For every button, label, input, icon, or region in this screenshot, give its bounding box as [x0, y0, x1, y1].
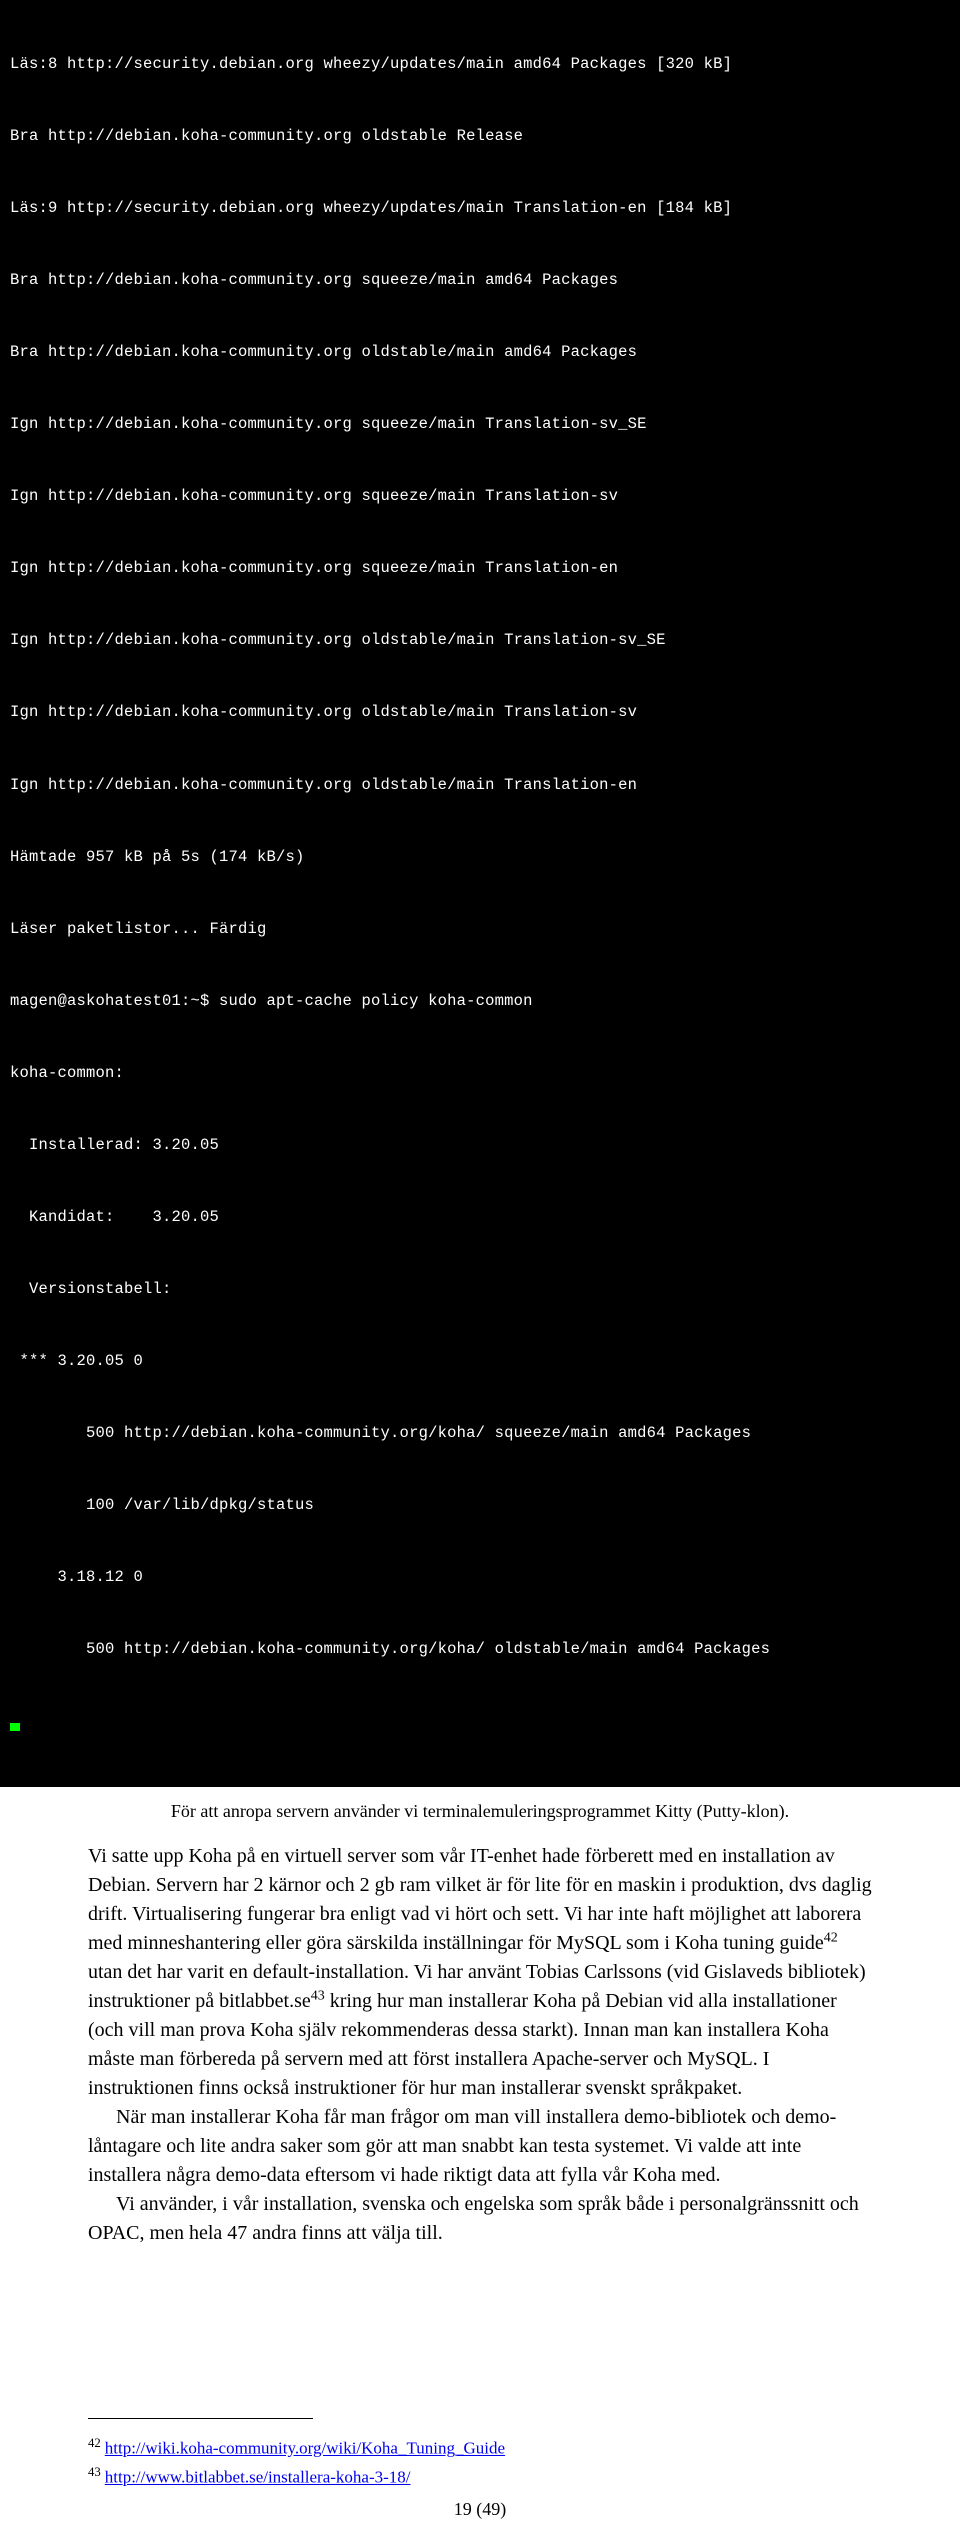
- footnote-number: 42: [88, 2436, 101, 2450]
- document-page: Läs:8 http://security.debian.org wheezy/…: [0, 0, 960, 2540]
- footnotes: 42 http://wiki.koha-community.org/wiki/Ko…: [88, 2433, 872, 2491]
- page-number: 19 (49): [0, 2499, 960, 2540]
- footnote-separator: [88, 2418, 313, 2419]
- terminal-line: Versionstabell:: [10, 1277, 952, 1301]
- terminal-line: 500 http://debian.koha-community.org/koh…: [10, 1637, 952, 1661]
- footnote-ref-42: 42: [824, 1931, 838, 1946]
- terminal-line: Läs:8 http://security.debian.org wheezy/…: [10, 52, 952, 76]
- footnote-42: 42 http://wiki.koha-community.org/wiki/Ko…: [88, 2433, 872, 2462]
- paragraph: Vi använder, i vår installation, svenska…: [88, 2190, 872, 2248]
- terminal-line: Läser paketlistor... Färdig: [10, 917, 952, 941]
- cursor-icon: [10, 1723, 20, 1731]
- terminal-line: Installerad: 3.20.05: [10, 1133, 952, 1157]
- terminal-line: Bra http://debian.koha-community.org old…: [10, 340, 952, 364]
- body-text: Vi satte upp Koha på en virtuell server …: [88, 1842, 872, 2248]
- terminal-line: koha-common:: [10, 1061, 952, 1085]
- footnote-number: 43: [88, 2465, 101, 2479]
- terminal-line: Ign http://debian.koha-community.org squ…: [10, 484, 952, 508]
- terminal-line: Ign http://debian.koha-community.org squ…: [10, 556, 952, 580]
- paragraph: Vi satte upp Koha på en virtuell server …: [88, 1842, 872, 2103]
- terminal-line: magen@askohatest01:~$ sudo apt-cache pol…: [10, 989, 952, 1013]
- terminal-line: Bra http://debian.koha-community.org squ…: [10, 268, 952, 292]
- footnote-ref-43: 43: [311, 1989, 325, 2004]
- footnote-link-42[interactable]: http://wiki.koha-community.org/wiki/Koha…: [105, 2439, 505, 2458]
- terminal-line: Hämtade 957 kB på 5s (174 kB/s): [10, 845, 952, 869]
- footnote-link-43[interactable]: http://www.bitlabbet.se/installera-koha-…: [105, 2468, 411, 2487]
- terminal-screenshot: Läs:8 http://security.debian.org wheezy/…: [0, 0, 960, 1787]
- terminal-line: *** 3.20.05 0: [10, 1349, 952, 1373]
- terminal-line: Kandidat: 3.20.05: [10, 1205, 952, 1229]
- terminal-line: Läs:9 http://security.debian.org wheezy/…: [10, 196, 952, 220]
- terminal-line: 100 /var/lib/dpkg/status: [10, 1493, 952, 1517]
- terminal-line: 500 http://debian.koha-community.org/koh…: [10, 1421, 952, 1445]
- terminal-line: Ign http://debian.koha-community.org old…: [10, 773, 952, 797]
- terminal-line: Bra http://debian.koha-community.org old…: [10, 124, 952, 148]
- terminal-line: 3.18.12 0: [10, 1565, 952, 1589]
- terminal-line: Ign http://debian.koha-community.org old…: [10, 700, 952, 724]
- terminal-line: Ign http://debian.koha-community.org squ…: [10, 412, 952, 436]
- paragraph: När man installerar Koha får man frågor …: [88, 2103, 872, 2190]
- terminal-cursor-line: [10, 1709, 952, 1733]
- figure-caption: För att anropa servern använder vi termi…: [40, 1801, 920, 1822]
- terminal-line: Ign http://debian.koha-community.org old…: [10, 628, 952, 652]
- footnote-43: 43 http://www.bitlabbet.se/installera-koh…: [88, 2462, 872, 2491]
